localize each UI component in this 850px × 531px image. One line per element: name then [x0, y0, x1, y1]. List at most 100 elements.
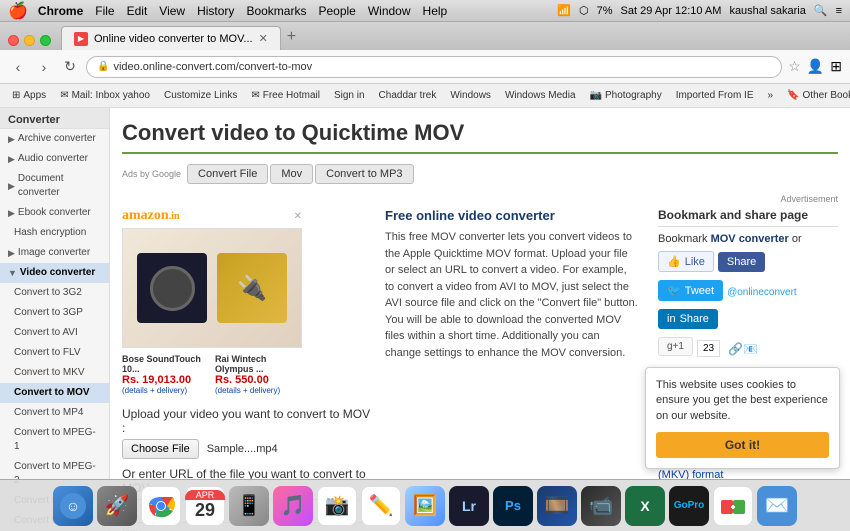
sidebar-item-3gp[interactable]: Convert to 3GP: [0, 303, 109, 323]
tab-close[interactable]: ✕: [259, 32, 268, 45]
arrow-down-icon: ▼: [8, 267, 17, 280]
dock-gopro[interactable]: GoPro: [669, 486, 709, 526]
close-button[interactable]: [8, 35, 19, 46]
sidebar-item-mov[interactable]: Convert to MOV: [0, 383, 109, 403]
bookmark-mail[interactable]: ✉ Mail: Inbox yahoo: [54, 88, 156, 103]
advertisement-label: Advertisement: [122, 194, 838, 204]
tweet-button[interactable]: 🐦 Tweet: [658, 280, 723, 301]
dock-lightroom[interactable]: Lr: [449, 486, 489, 526]
dock-mail[interactable]: ✉️: [757, 486, 797, 526]
address-bar: ‹ › ↻ 🔒 video.online-convert.com/convert…: [0, 50, 850, 84]
dock-excel[interactable]: X: [625, 486, 665, 526]
bookmark-star[interactable]: ☆: [788, 58, 801, 75]
sidebar-item-mp4[interactable]: Convert to MP4: [0, 403, 109, 423]
ad-product-1[interactable]: Bose SoundTouch 10... Rs. 19,013.00 (det…: [122, 354, 207, 395]
ad-close[interactable]: ✕: [294, 211, 302, 222]
url-bar[interactable]: 🔒 video.online-convert.com/convert-to-mo…: [86, 56, 782, 78]
dock-iphone[interactable]: 📱: [229, 486, 269, 526]
bookmarks-bar: ⊞ Apps ✉ Mail: Inbox yahoo Customize Lin…: [0, 84, 850, 108]
menu-edit[interactable]: Edit: [127, 4, 148, 18]
tab-convert-mp3[interactable]: Convert to MP3: [315, 164, 413, 184]
fb-icon: 👍: [667, 255, 681, 268]
bookmark-chaddar[interactable]: Chaddar trek: [373, 88, 443, 103]
reload-button[interactable]: ↻: [60, 57, 80, 77]
back-button[interactable]: ‹: [8, 57, 28, 77]
twitter-icon: 🐦: [667, 284, 681, 297]
tab-mov[interactable]: Mov: [270, 164, 313, 184]
extensions-icon[interactable]: ⊞: [830, 58, 842, 75]
apple-menu[interactable]: 🍎: [8, 1, 28, 21]
dock-itunes[interactable]: 🎵: [273, 486, 313, 526]
sidebar-item-flv[interactable]: Convert to FLV: [0, 343, 109, 363]
bookmark-section-title: Bookmark and share page: [658, 208, 838, 227]
bookmark-windows[interactable]: Windows: [444, 88, 497, 103]
sidebar-item-video[interactable]: ▼ Video converter: [0, 263, 109, 283]
menu-help[interactable]: Help: [423, 4, 448, 18]
sidebar-item-mkv[interactable]: Convert to MKV: [0, 363, 109, 383]
dock-screenflow[interactable]: 📹: [581, 486, 621, 526]
dock-photos[interactable]: 📸: [317, 486, 357, 526]
linkedin-row: in Share: [658, 309, 838, 333]
menu-icon[interactable]: ≡: [836, 5, 842, 17]
sidebar-item-archive[interactable]: ▶ Archive converter: [0, 129, 109, 149]
sidebar-item-document[interactable]: ▶ Document converter: [0, 169, 109, 203]
tab-convert-file[interactable]: Convert File: [187, 164, 268, 184]
sidebar-item-avi[interactable]: Convert to AVI: [0, 323, 109, 343]
product-details-2[interactable]: (details + delivery): [215, 386, 300, 395]
menu-people[interactable]: People: [318, 4, 355, 18]
dock-textedit[interactable]: ✏️: [361, 486, 401, 526]
bookmark-apps[interactable]: ⊞ Apps: [6, 88, 52, 103]
search-icon[interactable]: 🔍: [814, 4, 828, 17]
sidebar-item-audio[interactable]: ▶ Audio converter: [0, 149, 109, 169]
dock-finder[interactable]: ☺: [53, 486, 93, 526]
bookmark-photo[interactable]: 📷 Photography: [584, 88, 668, 103]
maximize-button[interactable]: [40, 35, 51, 46]
dock-photoshop[interactable]: Ps: [493, 486, 533, 526]
dock-imovie[interactable]: 🎞️: [537, 486, 577, 526]
dock-preview[interactable]: 🖼️: [405, 486, 445, 526]
dock-filezilla[interactable]: [713, 486, 753, 526]
choose-file-button[interactable]: Choose File: [122, 439, 199, 459]
dock-calendar[interactable]: APR 29: [185, 486, 225, 526]
sidebar-item-hash[interactable]: Hash encryption: [0, 223, 109, 243]
dock-launchpad[interactable]: 🚀: [97, 486, 137, 526]
menu-history[interactable]: History: [197, 4, 234, 18]
bookmark-other[interactable]: 🔖 Other Bookmarks: [781, 88, 850, 103]
bookmark-wmedia[interactable]: Windows Media: [499, 88, 582, 103]
sidebar-item-3g2[interactable]: Convert to 3G2: [0, 283, 109, 303]
fb-share-button[interactable]: Share: [718, 252, 765, 272]
bookmark-link[interactable]: MOV converter: [711, 233, 789, 245]
active-tab[interactable]: ▶ Online video converter to MOV... ✕: [61, 26, 281, 50]
fb-like-button[interactable]: 👍 Like: [658, 251, 714, 272]
ad-product-2[interactable]: Rai Wintech Olympus ... Rs. 550.00 (deta…: [215, 354, 300, 395]
gplus-button[interactable]: g+1: [658, 337, 693, 356]
menu-app[interactable]: Chrome: [38, 4, 83, 18]
cookie-accept-button[interactable]: Got it!: [656, 432, 829, 458]
twitter-follow[interactable]: @onlineconvert: [727, 287, 797, 298]
url-text: video.online-convert.com/convert-to-mov: [113, 61, 312, 73]
photo-icon: 📷: [590, 90, 602, 101]
minimize-button[interactable]: [24, 35, 35, 46]
sidebar-item-mpeg1[interactable]: Convert to MPEG-1: [0, 423, 109, 457]
bookmark-hotmail[interactable]: ✉ Free Hotmail: [245, 88, 326, 103]
gplus-count: 23: [697, 340, 720, 357]
menu-file[interactable]: File: [95, 4, 114, 18]
product-details-1[interactable]: (details + delivery): [122, 386, 207, 395]
linkedin-share-button[interactable]: in Share: [658, 309, 718, 329]
forward-button[interactable]: ›: [34, 57, 54, 77]
menu-bookmarks[interactable]: Bookmarks: [246, 4, 306, 18]
new-tab-button[interactable]: +: [287, 28, 296, 46]
dock-chrome[interactable]: [141, 486, 181, 526]
bookmark-more[interactable]: »: [762, 88, 780, 103]
sidebar-item-ebook[interactable]: ▶ Ebook converter: [0, 203, 109, 223]
bookmark-signin[interactable]: Sign in: [328, 88, 371, 103]
menu-view[interactable]: View: [159, 4, 185, 18]
bookmark-customize[interactable]: Customize Links: [158, 88, 243, 103]
tab-title: Online video converter to MOV...: [94, 33, 253, 45]
profile-icon[interactable]: 👤: [807, 58, 824, 75]
menu-window[interactable]: Window: [368, 4, 411, 18]
bookmark-ie[interactable]: Imported From IE: [670, 88, 760, 103]
fb-row: 👍 Like Share: [658, 251, 838, 276]
apps-icon: ⊞: [12, 90, 20, 101]
sidebar-item-image[interactable]: ▶ Image converter: [0, 243, 109, 263]
